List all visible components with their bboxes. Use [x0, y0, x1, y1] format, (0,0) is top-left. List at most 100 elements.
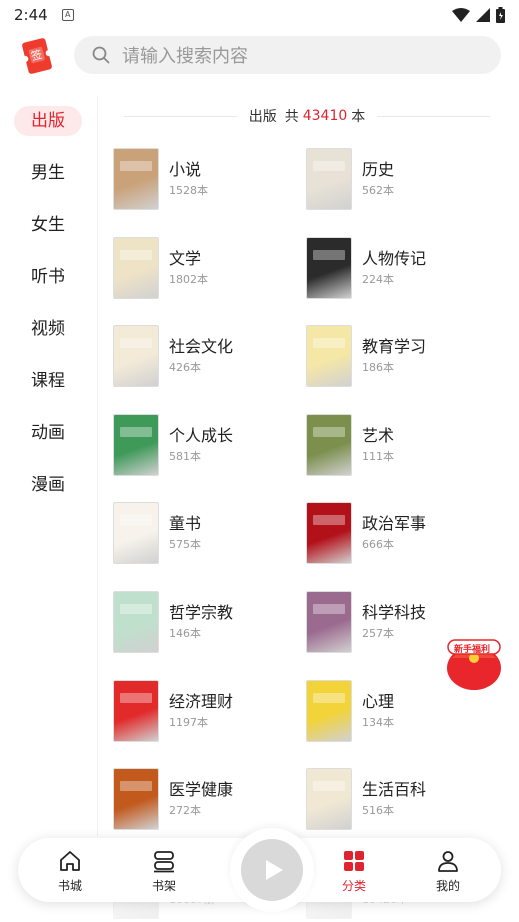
divider-left [124, 115, 237, 117]
cover-band [120, 515, 152, 526]
category-name: 经济理财 [169, 691, 234, 711]
sidebar-item[interactable]: 动画 [14, 418, 82, 448]
category-icon [344, 851, 364, 871]
cover-band [120, 338, 152, 349]
nav-profile[interactable]: 我的 [418, 848, 478, 894]
search-bar[interactable]: 请输入搜索内容 [74, 36, 501, 74]
nav-bookstore-label: 书城 [57, 879, 82, 893]
book-cover-image [113, 148, 159, 210]
book-cover-image [306, 679, 352, 742]
category-item[interactable]: 文学 1802本 [113, 236, 303, 301]
section-prefix: 共 [284, 109, 299, 125]
category-item[interactable]: 生活百科 516本 [306, 768, 496, 832]
category-item[interactable]: 医学健康 272本 [113, 768, 303, 832]
book-cover-image [306, 768, 352, 831]
category-count: 146本 [169, 627, 201, 640]
cover-band [120, 692, 152, 703]
audio-play-button[interactable] [230, 828, 314, 912]
category-item[interactable]: 小说 1528本 [113, 148, 303, 212]
sidebar-item[interactable]: 视频 [14, 314, 82, 344]
sidebar-item[interactable]: 出版 [14, 106, 82, 136]
status-bar: 2:44 A [0, 0, 519, 30]
category-name: 政治军事 [362, 514, 427, 534]
book-cover-image [113, 502, 159, 565]
category-name: 历史 [362, 160, 395, 179]
nav-profile-label: 我的 [435, 879, 460, 893]
category-item[interactable]: 个人成长 581本 [113, 413, 303, 478]
sim-card-icon: A [61, 9, 74, 21]
category-item[interactable]: 哲学宗教 146本 [113, 591, 303, 655]
category-name: 小说 [169, 160, 202, 179]
category-name: 文学 [169, 248, 202, 268]
category-count: 1802本 [169, 272, 208, 286]
section-count: 43410 [302, 108, 348, 124]
category-count: 111本 [362, 449, 394, 463]
category-item[interactable]: 社会文化 426本 [113, 325, 303, 389]
book-cover-image [113, 768, 159, 831]
nav-category[interactable]: 分类 [324, 848, 384, 894]
category-name: 个人成长 [169, 425, 234, 445]
category-name: 生活百科 [362, 780, 427, 800]
sidebar-item[interactable]: 课程 [14, 366, 82, 396]
category-item[interactable]: 人物传记 224本 [306, 236, 496, 301]
category-count: 516本 [362, 804, 394, 818]
category-name: 科学科技 [362, 603, 427, 622]
category-name: 教育学习 [362, 337, 427, 357]
nav-bookstore[interactable]: 书城 [40, 848, 100, 894]
book-cover-image [306, 591, 352, 653]
category-name: 童书 [169, 514, 202, 534]
category-count: 426本 [169, 361, 201, 375]
category-count: 134本 [362, 715, 394, 729]
category-name: 人物传记 [362, 248, 427, 268]
category-count: 186本 [362, 361, 394, 375]
book-cover-image [306, 413, 352, 476]
sidebar-item[interactable]: 听书 [14, 262, 82, 292]
category-item[interactable]: 历史 562本 [306, 148, 496, 212]
category-name: 哲学宗教 [169, 603, 234, 622]
cover-band [313, 692, 345, 703]
category-item[interactable]: 艺术 111本 [306, 413, 496, 478]
new-user-gift-badge[interactable]: 新手福利 [444, 628, 504, 692]
book-cover-image [113, 679, 159, 742]
category-item[interactable]: 经济理财 1197本 [113, 679, 303, 744]
section-suffix: 本 [351, 109, 366, 125]
bottom-nav: 书城 书架 分类 我的 [18, 828, 501, 912]
category-name: 艺术 [362, 425, 395, 445]
cover-band [120, 781, 152, 792]
battery-icon [496, 7, 505, 23]
new-user-gift-label: 新手福利 [454, 645, 491, 655]
category-count: 272本 [169, 804, 201, 818]
book-cover-image [306, 236, 352, 299]
status-time: 2:44 [14, 6, 48, 24]
book-cover-image [113, 413, 159, 476]
category-name: 社会文化 [169, 337, 234, 357]
play-icon [266, 860, 283, 880]
category-count: 562本 [362, 184, 394, 197]
book-cover-image [306, 325, 352, 388]
nav-category-label: 分类 [341, 879, 366, 893]
checkin-button[interactable]: 签 [18, 36, 56, 76]
status-icons [452, 7, 505, 23]
category-count: 257本 [362, 627, 394, 640]
wifi-icon [452, 8, 470, 22]
nav-bookshelf[interactable]: 书架 [134, 848, 194, 894]
nav-bookshelf-label: 书架 [151, 879, 176, 893]
category-item[interactable]: 教育学习 186本 [306, 325, 496, 389]
search-icon [92, 46, 110, 64]
category-item[interactable]: 童书 575本 [113, 502, 303, 566]
cover-band [120, 161, 152, 171]
sidebar-item[interactable]: 女生 [14, 210, 82, 240]
play-disc [241, 839, 303, 901]
cover-band [313, 249, 345, 260]
category-sidebar: 出版男生女生听书视频课程动画漫画 [0, 96, 98, 836]
category-count: 575本 [169, 538, 201, 552]
divider-right [377, 115, 491, 117]
sidebar-item[interactable]: 男生 [14, 158, 82, 188]
category-item[interactable]: 政治军事 666本 [306, 502, 496, 566]
book-cover-image [306, 148, 352, 210]
category-name: 心理 [362, 691, 395, 711]
sidebar-item[interactable]: 漫画 [14, 470, 82, 500]
book-cover-image [113, 325, 159, 388]
section-header: 出版 共 43410 本 [112, 104, 502, 128]
cover-band [313, 515, 345, 526]
